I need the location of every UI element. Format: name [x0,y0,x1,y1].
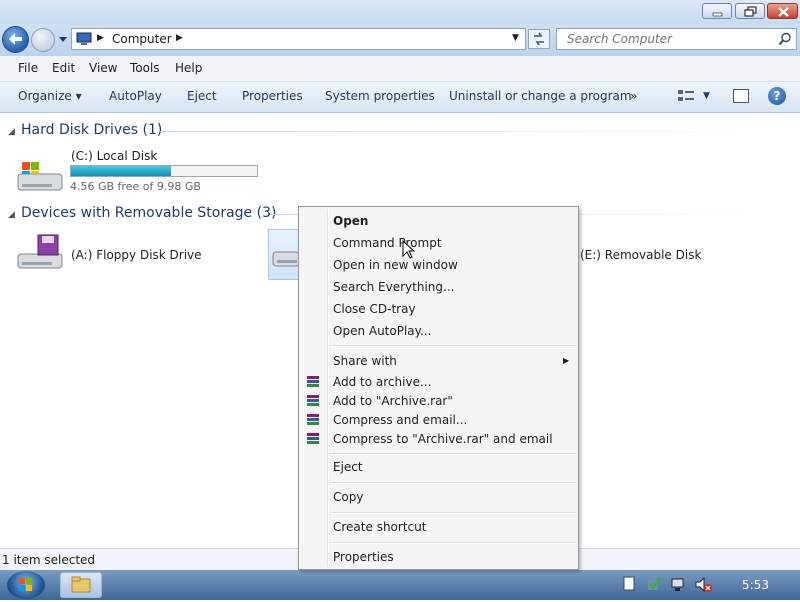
navigation-bar: ▶ Computer ▶ ▼ [0,24,800,56]
search-box[interactable] [556,28,797,50]
disk-free-space: 4.56 GB free of 9.98 GB [70,180,201,193]
computer-icon [76,32,92,45]
uninstall-program-button[interactable]: Uninstall or change a program [449,89,632,103]
minimize-icon [712,12,723,17]
local-disk-icon[interactable] [16,160,66,194]
autoplay-button[interactable]: AutoPlay [109,89,162,103]
ctx-open[interactable]: Open [333,214,368,228]
taskbar-clock[interactable]: 5:53 [742,578,769,592]
breadcrumb-arrow-icon[interactable]: ▶ [176,33,183,43]
more-commands-button[interactable]: » [630,89,637,103]
collapse-arrow-icon[interactable]: ◢ [8,127,15,137]
winrar-icon [307,414,319,425]
close-icon [778,7,789,17]
network-icon[interactable] [671,578,684,591]
refresh-button[interactable] [528,29,550,49]
menu-tools[interactable]: Tools [130,61,160,75]
windows-logo-icon [19,578,32,591]
menu-separator [330,453,576,455]
ctx-properties[interactable]: Properties [333,550,394,564]
menu-separator [330,345,576,347]
ctx-copy[interactable]: Copy [333,490,363,504]
properties-button[interactable]: Properties [242,89,303,103]
group-divider [160,131,790,132]
taskbar [0,570,800,600]
action-center-icon[interactable] [648,577,662,591]
mouse-cursor-icon [402,240,416,259]
start-button[interactable] [7,571,45,599]
help-icon[interactable]: ? [768,87,786,105]
menu-separator [330,482,576,484]
context-menu: Open Command Prompt Open in new window S… [298,206,579,570]
refresh-icon [534,32,544,46]
address-dropdown-icon[interactable]: ▼ [512,33,519,43]
ctx-create-shortcut[interactable]: Create shortcut [333,520,426,534]
notification-icon[interactable] [623,576,635,591]
command-bar: Organize ▾ AutoPlay Eject Properties Sys… [0,82,800,113]
ctx-add-to-archive-rar[interactable]: Add to "Archive.rar" [333,394,453,408]
group-removable-title[interactable]: Devices with Removable Storage (3) [21,205,276,221]
floppy-drive-label[interactable]: (A:) Floppy Disk Drive [71,248,202,262]
preview-pane-icon[interactable] [733,89,749,103]
change-view-icon[interactable] [677,89,695,103]
breadcrumb-computer[interactable]: Computer [112,32,172,46]
restore-button[interactable] [735,3,765,19]
menu-view[interactable]: View [89,61,117,75]
taskbar-explorer-button[interactable] [60,572,102,598]
local-disk-label[interactable]: (C:) Local Disk [71,149,157,163]
menu-file[interactable]: File [18,61,38,75]
address-bar[interactable]: ▶ Computer ▶ ▼ [71,28,526,50]
close-button[interactable] [767,3,798,19]
minimize-button[interactable] [702,3,732,19]
menu-separator [330,512,576,514]
view-dropdown-icon[interactable]: ▼ [703,91,710,101]
ctx-compress-rar-email[interactable]: Compress to "Archive.rar" and email [333,432,553,446]
back-arrow-icon [9,33,22,45]
dvd-drive-icon [272,251,300,267]
ctx-eject[interactable]: Eject [333,460,363,474]
folder-icon [71,576,91,593]
menu-separator [330,542,576,544]
ctx-close-cd-tray[interactable]: Close CD-tray [333,302,416,316]
ctx-command-prompt[interactable]: Command Prompt [333,236,442,250]
ctx-share-with[interactable]: Share with [333,354,397,368]
recent-pages-dropdown-icon[interactable] [58,33,68,45]
removable-disk-label[interactable]: (E:) Removable Disk [580,248,701,262]
eject-button[interactable]: Eject [187,89,217,103]
selected-dvd-drive-tile[interactable] [268,229,300,280]
forward-button[interactable] [31,28,55,52]
disk-usage-bar [70,165,258,177]
ctx-compress-email[interactable]: Compress and email... [333,413,467,427]
menu-edit[interactable]: Edit [52,61,75,75]
collapse-arrow-icon[interactable]: ◢ [8,210,15,220]
organize-button[interactable]: Organize ▾ [18,89,82,103]
winrar-icon [307,395,319,406]
restore-icon [744,6,757,17]
volume-muted-icon[interactable] [695,576,712,593]
floppy-drive-icon[interactable] [16,234,66,274]
menu-bar: File Edit View Tools Help [0,56,800,82]
title-bar [0,0,800,24]
search-icon[interactable] [778,32,792,46]
submenu-arrow-icon: ▶ [563,356,570,365]
winrar-icon [307,433,319,444]
ctx-search-everything[interactable]: Search Everything... [333,280,454,294]
search-input[interactable] [565,31,769,47]
group-hard-disk-title[interactable]: Hard Disk Drives (1) [21,122,162,138]
menu-icon-gutter [327,209,329,567]
winrar-icon [307,376,319,387]
ctx-open-new-window[interactable]: Open in new window [333,258,458,272]
system-tray [623,576,712,593]
back-button[interactable] [2,26,29,53]
ctx-open-autoplay[interactable]: Open AutoPlay... [333,324,431,338]
breadcrumb-arrow-icon[interactable]: ▶ [97,33,104,43]
disk-usage-fill [71,166,172,176]
menu-help[interactable]: Help [175,61,202,75]
system-properties-button[interactable]: System properties [325,89,435,103]
status-text: 1 item selected [2,553,96,567]
ctx-add-to-archive[interactable]: Add to archive... [333,375,431,389]
